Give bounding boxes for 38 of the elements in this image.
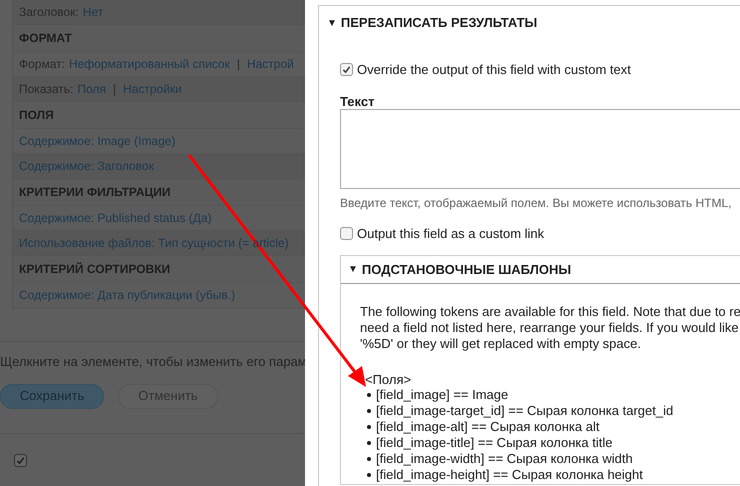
row-link[interactable]: Неформатированный список (68, 55, 230, 73)
row-link[interactable]: Содержимое: Published status (Да) (19, 209, 212, 227)
field-label: Текст (340, 94, 376, 108)
section-toggle[interactable]: ▼ ПЕРЕЗАПИСАТЬ РЕЗУЛЬТАТЫ (327, 6, 538, 40)
group-label: <Поля> (364, 372, 412, 387)
tokens-description: The following tokens are available for this field. Note that due to re (360, 304, 740, 320)
bullet-icon (367, 473, 371, 477)
checkmark-icon (16, 456, 25, 464)
row-link[interactable]: Настройки (123, 80, 182, 98)
checkbox-label: Override the output of this field with custom text (357, 61, 631, 79)
text-area[interactable] (340, 108, 740, 188)
token-item: [field_image-title] == Сырая колонка title (376, 435, 612, 451)
tokens-description: need a field not listed here, rearrange your fields. If you would like (360, 320, 740, 336)
token-item: [field_image-alt] == Сырая колонка alt (376, 419, 600, 435)
row-link[interactable]: Поля (77, 80, 106, 98)
bullet-icon (367, 425, 371, 429)
token-item: [field_image] == Image (376, 387, 508, 403)
checkmark-icon (342, 65, 351, 74)
bullet-icon (367, 457, 371, 461)
tokens-description: '%5D' or they will get replaced with empty space. (360, 336, 642, 352)
row-link[interactable]: Нет (82, 3, 104, 21)
checkbox[interactable] (14, 454, 27, 466)
token-item: [field_image-height] == Сырая колонка height (376, 467, 643, 483)
link-separator: | (112, 81, 116, 98)
bullet-icon (367, 393, 371, 397)
row-link[interactable]: Настрой (246, 55, 294, 73)
field-description: Введите текст, отображаемый полем. Вы можете использовать HTML, (340, 194, 732, 212)
checkbox[interactable] (340, 63, 353, 76)
row-link[interactable]: Содержимое: Дата публикации (убыв.) (19, 286, 236, 304)
bullet-icon (367, 441, 371, 445)
link-separator: | (236, 56, 240, 73)
token-item: [field_image-width] == Сырая колонка width (376, 451, 633, 467)
bullet-icon (367, 409, 371, 413)
row-link[interactable]: Содержимое: Image (Image) (19, 132, 176, 150)
section-toggle[interactable]: ▼ ПОДСТАНОВОЧНЫЕ ШАБЛОНЫ (341, 256, 740, 284)
checkbox[interactable] (340, 226, 353, 240)
checkbox-label: Output this field as a custom link (357, 224, 544, 243)
token-item: [field_image-target_id] == Сырая колонка target_id (376, 403, 674, 419)
